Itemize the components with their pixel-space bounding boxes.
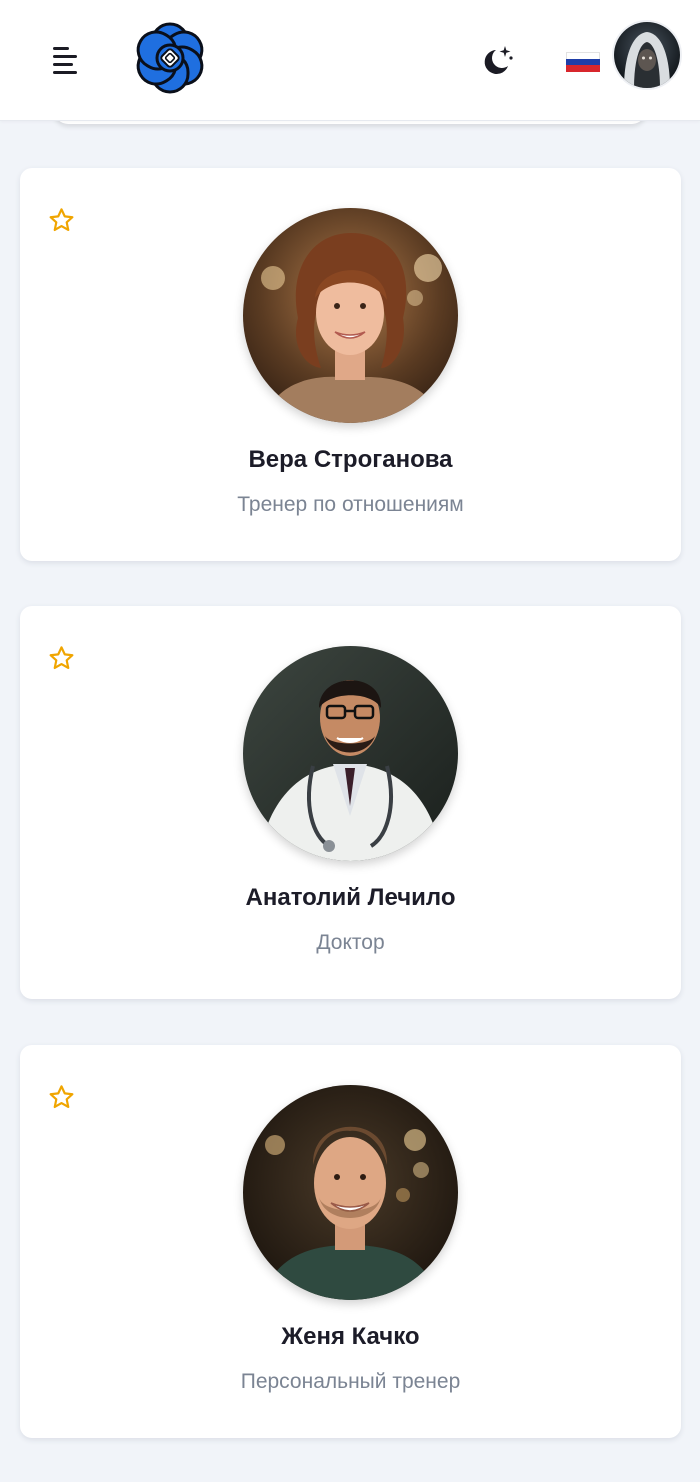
character-photo [243, 1085, 458, 1300]
character-card[interactable]: Анатолий Лечило Доктор [20, 606, 681, 999]
character-name: Вера Строганова [248, 446, 453, 473]
character-role: Тренер по отношениям [237, 493, 464, 516]
character-role: Доктор [316, 931, 385, 954]
star-outline-icon[interactable] [47, 644, 76, 673]
character-name: Анатолий Лечило [245, 884, 456, 911]
moon-stars-icon[interactable] [478, 42, 516, 78]
star-outline-icon[interactable] [47, 1083, 76, 1112]
openai-knot-logo[interactable] [130, 20, 210, 96]
character-photo [243, 208, 458, 423]
user-avatar[interactable] [614, 22, 680, 88]
hamburger-menu-icon[interactable] [50, 45, 80, 75]
character-name: Женя Качко [281, 1323, 420, 1350]
character-photo [243, 646, 458, 861]
character-card[interactable]: Вера Строганова Тренер по отношениям [20, 168, 681, 561]
character-role: Персональный тренер [240, 1370, 461, 1393]
star-outline-icon[interactable] [47, 206, 76, 235]
top-app-bar [0, 0, 700, 121]
language-flag-ru[interactable] [566, 52, 600, 72]
character-card[interactable]: Женя Качко Персональный тренер [20, 1045, 681, 1438]
